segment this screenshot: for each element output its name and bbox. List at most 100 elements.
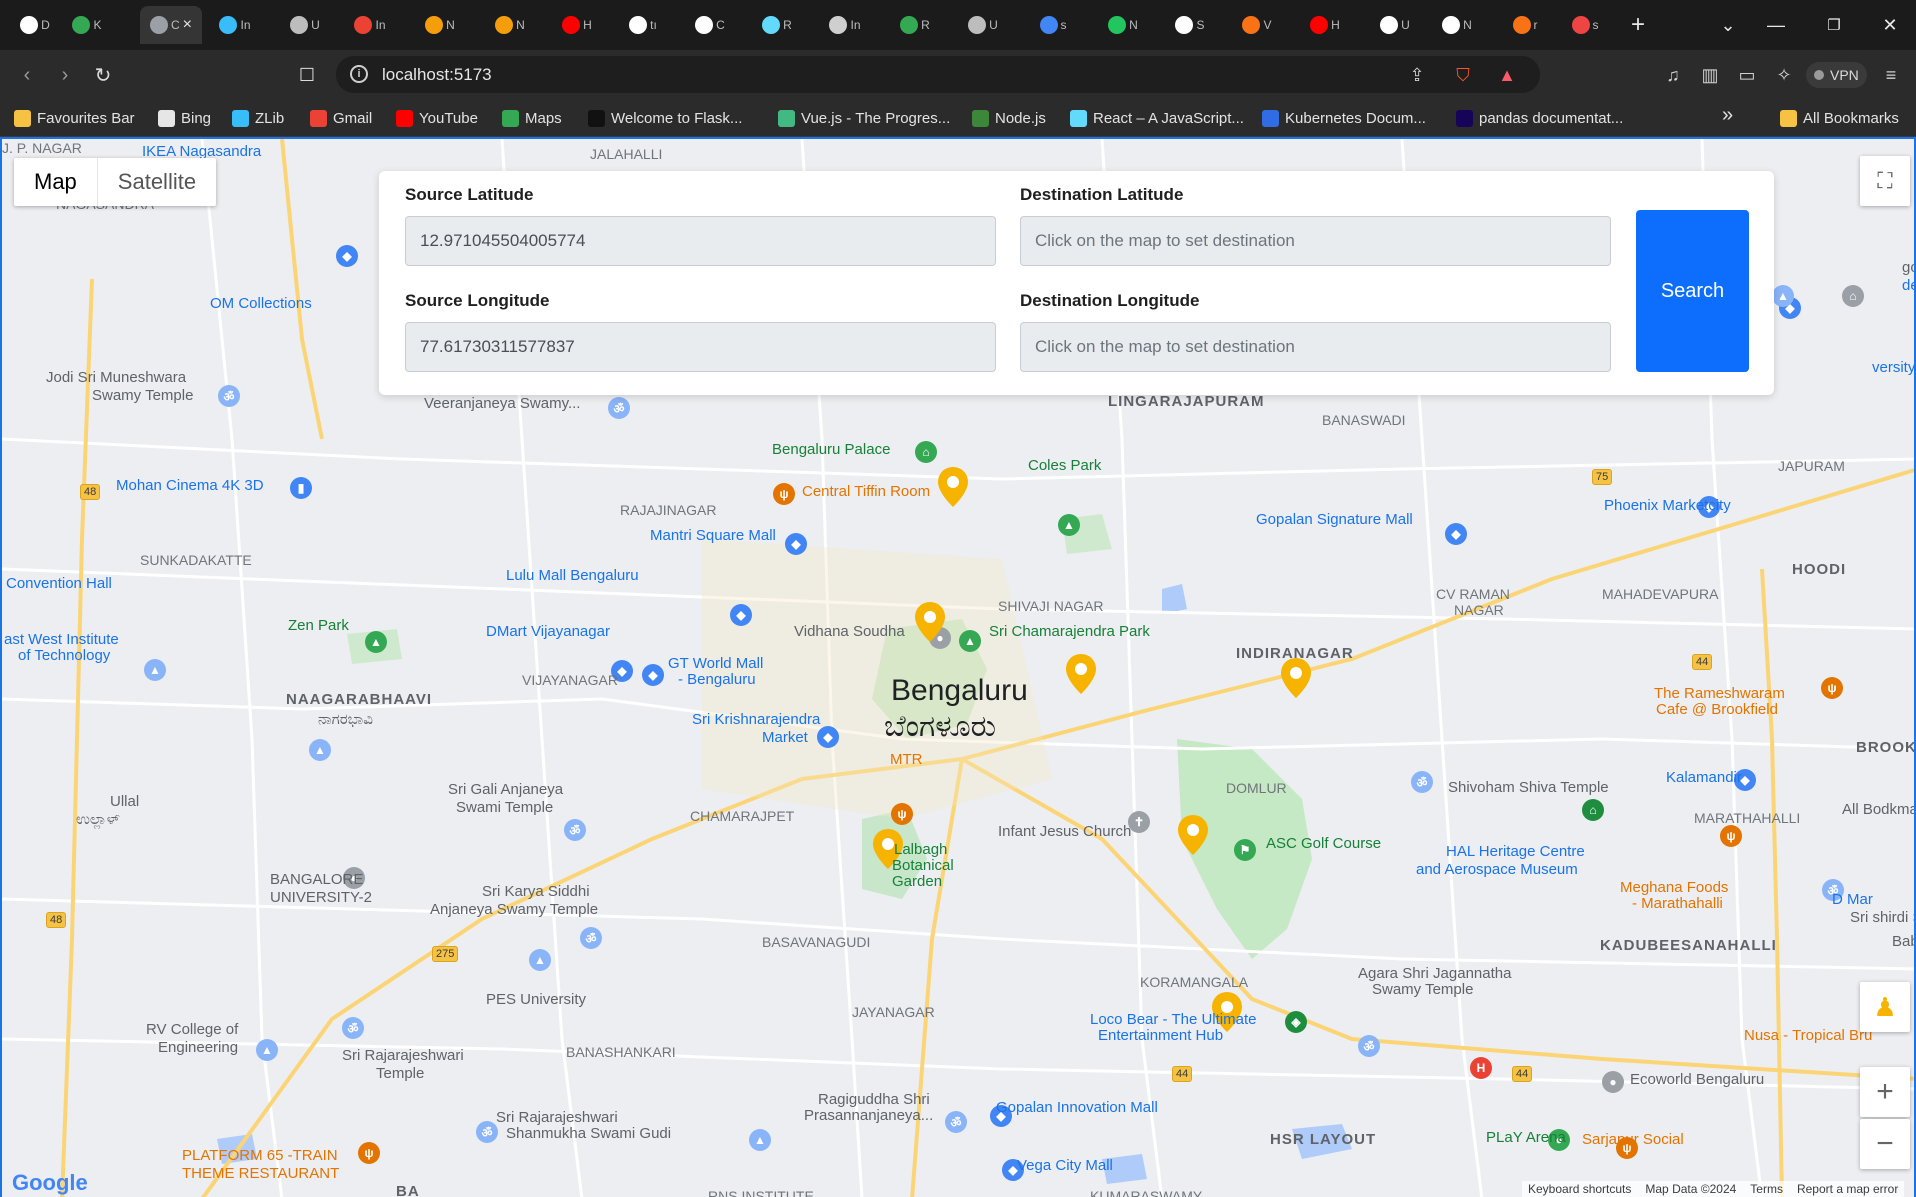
map-label[interactable]: JAPURAM [1778, 457, 1845, 475]
browser-tab[interactable]: K [62, 6, 112, 44]
map-label[interactable]: KORAMANGALA [1140, 973, 1248, 991]
restore-icon[interactable]: ❐ [1808, 0, 1860, 50]
map-label[interactable]: Garden [892, 873, 942, 891]
bookmark-item[interactable]: Maps [502, 108, 562, 128]
park-icon[interactable]: ▲ [959, 630, 981, 652]
map-type-map-button[interactable]: Map [14, 158, 97, 206]
zoom-in-icon[interactable]: + [1860, 1067, 1910, 1117]
map-label[interactable]: LINGARAJAPURAM [1108, 393, 1265, 411]
temple-icon[interactable]: ॐ [1411, 771, 1433, 793]
restaurant-icon[interactable]: ψ [1720, 825, 1742, 847]
map-label[interactable]: BANASWADI [1322, 411, 1406, 429]
museum-icon[interactable]: ⌂ [915, 441, 937, 463]
map-label[interactable]: Entertainment Hub [1098, 1027, 1223, 1045]
map-label[interactable]: NAGAR [1454, 601, 1504, 619]
shopping-icon[interactable]: ◆ [642, 664, 664, 686]
browser-tab[interactable]: R [752, 6, 802, 44]
map-label[interactable]: JALAHALLI [590, 145, 662, 163]
site-info-icon[interactable]: i [350, 65, 368, 83]
map-label[interactable]: SUNKADAKATTE [140, 551, 252, 569]
forward-icon[interactable]: › [50, 60, 80, 90]
map-label[interactable]: Sri shirdi Sa [1850, 909, 1914, 927]
temple-icon[interactable]: ॐ [580, 927, 602, 949]
restaurant-icon[interactable]: ψ [773, 483, 795, 505]
new-tab-button[interactable]: + [1612, 0, 1664, 50]
school-icon[interactable]: ▲ [529, 949, 551, 971]
temple-icon[interactable]: ॐ [564, 819, 586, 841]
browser-tab[interactable]: U [958, 6, 1008, 44]
close-tab-icon[interactable]: × [183, 16, 192, 34]
bookmark-item[interactable]: Welcome to Flask... [588, 108, 742, 128]
location-marker[interactable] [1178, 815, 1208, 855]
bookmark-item[interactable]: Gmail [310, 108, 372, 128]
browser-tab[interactable]: R [890, 6, 940, 44]
map-label[interactable]: Temple [376, 1065, 424, 1083]
browser-tab[interactable]: In [210, 6, 260, 44]
brave-rewards-icon[interactable]: ▲ [1494, 62, 1520, 88]
pegman-icon[interactable]: ♟ [1860, 982, 1910, 1032]
map-label[interactable]: Kalamandir [1666, 769, 1742, 787]
map-label[interactable]: Bengaluru Palace [772, 441, 890, 459]
museum-icon[interactable]: ⌂ [1842, 285, 1864, 307]
map-label[interactable]: D Mar [1832, 891, 1873, 909]
map-label[interactable]: Sri Chamarajendra Park [989, 623, 1150, 641]
media-icon[interactable]: ♫ [1660, 62, 1686, 88]
map-label[interactable]: INDIRANAGAR [1236, 645, 1354, 663]
place-icon[interactable]: ● [1602, 1071, 1624, 1093]
map-label[interactable]: Sri Krishnarajendra [692, 711, 820, 729]
temple-icon[interactable]: ॐ [218, 385, 240, 407]
map-label[interactable]: UNIVERSITY-2 [270, 889, 372, 907]
map-label[interactable]: ASC Golf Course [1266, 835, 1381, 853]
map-label[interactable]: Nusa - Tropical Bru [1744, 1027, 1872, 1045]
browser-tab[interactable]: N [485, 6, 535, 44]
bookmark-icon[interactable]: ☐ [292, 60, 322, 90]
browser-tab[interactable]: In [345, 6, 395, 44]
map-label[interactable]: MTR [890, 751, 923, 769]
close-window-icon[interactable]: ✕ [1864, 0, 1916, 50]
search-button[interactable]: Search [1636, 210, 1749, 372]
back-icon[interactable]: ‹ [12, 60, 42, 90]
map-label[interactable]: HOODI [1792, 561, 1846, 579]
browser-tab[interactable]: tı [618, 6, 668, 44]
all-bookmarks-button[interactable]: All Bookmarks [1780, 108, 1899, 128]
restaurant-icon[interactable]: ψ [1821, 677, 1843, 699]
map-label[interactable]: gondanahalli [1902, 259, 1914, 277]
browser-tab[interactable]: s [1028, 6, 1078, 44]
map-label[interactable]: versity [1872, 359, 1914, 377]
vpn-button[interactable]: VPN [1806, 62, 1867, 88]
restaurant-icon[interactable]: ψ [358, 1142, 380, 1164]
map-label[interactable]: Swamy Temple [92, 387, 193, 405]
browser-tab[interactable]: U [1370, 6, 1420, 44]
museum-icon[interactable]: ⌂ [1582, 799, 1604, 821]
minimize-icon[interactable]: — [1750, 0, 1802, 50]
bookmark-item[interactable]: Favourites Bar [14, 108, 135, 128]
menu-icon[interactable]: ≡ [1878, 62, 1904, 88]
fullscreen-icon[interactable]: ⛶ [1860, 156, 1910, 206]
bookmark-item[interactable]: pandas documentat... [1456, 108, 1623, 128]
map-label[interactable]: Ullal [110, 793, 139, 811]
map-canvas[interactable]: 48 48 275 75 44 44 44 ◆ ॐ ▮ ▲ ▲ ▲ ॐ ● ॐ … [0, 137, 1916, 1197]
map-label[interactable]: KADUBEESANAHALLI [1600, 937, 1777, 955]
browser-tab[interactable]: D [10, 6, 60, 44]
browser-tab[interactable]: r [1500, 6, 1550, 44]
map-label[interactable]: SHIVAJI NAGAR [998, 597, 1104, 615]
bookmark-item[interactable]: Bing [158, 108, 211, 128]
map-label[interactable]: Swami Temple [456, 799, 553, 817]
park-icon[interactable]: ▲ [365, 631, 387, 653]
map-label[interactable]: Central Tiffin Room [802, 483, 930, 501]
browser-tab[interactable]: C [685, 6, 735, 44]
map-label[interactable]: Sarjapur Social [1582, 1131, 1684, 1149]
map-label[interactable]: Vidhana Soudha [794, 623, 905, 641]
golf-icon[interactable]: ⚑ [1234, 839, 1256, 861]
location-marker[interactable] [938, 467, 968, 507]
map-label[interactable]: Sri Gali Anjaneya [448, 781, 563, 799]
map-label[interactable]: PES University [486, 991, 586, 1009]
location-marker[interactable] [915, 602, 945, 642]
map-label[interactable]: Zen Park [288, 617, 349, 635]
browser-tab[interactable]: s [1560, 6, 1610, 44]
location-marker[interactable] [1066, 654, 1096, 694]
map-label[interactable]: Shanmukha Swami Gudi [506, 1125, 671, 1143]
browser-tab[interactable]: H [552, 6, 602, 44]
map-label[interactable]: HSR LAYOUT [1270, 1131, 1376, 1149]
map-label[interactable]: Engineering [158, 1039, 238, 1057]
